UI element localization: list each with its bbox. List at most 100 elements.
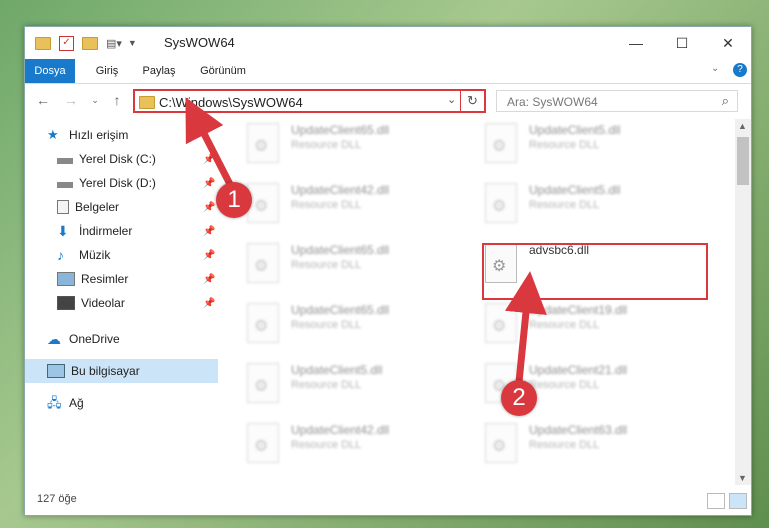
file-name: UpdateClient63.dll	[529, 423, 628, 437]
sidebar-item-label: Yerel Disk (C:)	[79, 152, 156, 166]
new-folder-icon[interactable]	[82, 36, 98, 50]
pin-icon[interactable]: 📌	[203, 250, 215, 261]
network-icon: 🖧	[47, 395, 62, 410]
file-name: UpdateClient65.dll	[291, 303, 390, 317]
back-icon[interactable]: ←	[33, 90, 53, 110]
customize-icon[interactable]: ▤▾	[106, 37, 122, 50]
title-bar: ✓ ▤▾ ▼ SysWOW64 — ☐ ✕	[25, 27, 751, 59]
ribbon-tabs: Dosya Giriş Paylaş Görünüm ⌄ ?	[25, 59, 751, 84]
file-item[interactable]: UpdateClient5.dll Resource DLL	[243, 359, 463, 407]
close-button[interactable]: ✕	[705, 27, 751, 59]
music-icon: ♪	[57, 247, 64, 263]
file-type: Resource DLL	[529, 199, 600, 211]
sidebar-item-label: Videolar	[81, 296, 125, 310]
sidebar-item-label: OneDrive	[69, 332, 120, 346]
chevron-down-icon[interactable]: ▼	[128, 38, 137, 48]
scroll-thumb[interactable]	[737, 137, 749, 185]
address-dropdown-icon[interactable]: ⌄	[447, 93, 456, 106]
sidebar-item-music[interactable]: ♪ Müzik 📌	[57, 243, 227, 267]
file-type: Resource DLL	[291, 319, 362, 331]
sidebar-item-downloads[interactable]: ⬇ İndirmeler 📌	[57, 219, 227, 243]
tab-file[interactable]: Dosya	[25, 59, 75, 83]
folder-icon	[35, 36, 51, 50]
sidebar-item-documents[interactable]: Belgeler 📌	[57, 195, 227, 219]
status-bar: 127 öğe	[25, 487, 751, 515]
file-name: UpdateClient19.dll	[529, 303, 628, 317]
window-title: SysWOW64	[164, 35, 235, 50]
tab-share[interactable]: Paylaş	[137, 59, 181, 83]
step-2-badge: 2	[501, 380, 537, 416]
up-icon[interactable]: ↑	[107, 90, 127, 110]
file-type: Resource DLL	[291, 439, 362, 451]
sidebar-item-pictures[interactable]: Resimler 📌	[57, 267, 227, 291]
sidebar-item-label: Resimler	[81, 272, 129, 286]
address-divider	[460, 89, 461, 113]
file-type: Resource DLL	[529, 439, 600, 451]
scroll-up-icon[interactable]: ▲	[738, 121, 747, 131]
file-item[interactable]: UpdateClient65.dll Resource DLL	[243, 119, 463, 167]
file-item[interactable]: UpdateClient63.dll Resource DLL	[481, 419, 701, 467]
large-icons-view-icon[interactable]	[729, 493, 747, 509]
address-path: C:\Windows\SysWOW64	[159, 95, 303, 110]
pin-icon[interactable]: 📌	[203, 298, 215, 309]
tab-home[interactable]: Giriş	[87, 59, 127, 83]
file-type: Resource DLL	[291, 139, 362, 151]
sidebar-item-network[interactable]: 🖧 Ağ	[47, 391, 84, 415]
sidebar-item-local-disk-d[interactable]: Yerel Disk (D:) 📌	[57, 171, 227, 195]
refresh-icon[interactable]: ↻	[467, 93, 478, 109]
file-name: UpdateClient5.dll	[529, 123, 621, 137]
file-type: Resource DLL	[529, 139, 600, 151]
sidebar-item-label: Yerel Disk (D:)	[79, 176, 156, 190]
file-item[interactable]: UpdateClient5.dll Resource DLL	[481, 179, 701, 227]
sidebar-item-local-disk-c[interactable]: Yerel Disk (C:) 📌	[57, 147, 227, 171]
dll-file-icon	[247, 243, 279, 283]
download-icon: ⬇	[57, 223, 69, 239]
sidebar-item-quick-access[interactable]: ★ Hızlı erişim	[47, 123, 128, 147]
file-item[interactable]: UpdateClient65.dll Resource DLL	[243, 239, 463, 287]
minimize-button[interactable]: —	[613, 27, 659, 59]
sidebar-item-this-pc[interactable]: Bu bilgisayar	[25, 359, 218, 383]
maximize-button[interactable]: ☐	[659, 27, 705, 59]
dll-file-icon	[485, 123, 517, 163]
recent-locations-icon[interactable]: ⌄	[85, 90, 105, 110]
sidebar-item-videos[interactable]: Videolar 📌	[57, 291, 227, 315]
file-item[interactable]: UpdateClient65.dll Resource DLL	[243, 299, 463, 347]
tab-view[interactable]: Görünüm	[193, 59, 253, 83]
file-item[interactable]: UpdateClient19.dll Resource DLL	[481, 299, 701, 347]
folder-icon	[139, 96, 155, 109]
pin-icon[interactable]: 📌	[203, 274, 215, 285]
search-icon[interactable]: ⌕	[722, 93, 729, 109]
details-view-icon[interactable]	[707, 493, 725, 509]
pin-icon[interactable]: 📌	[203, 178, 215, 189]
file-name: UpdateClient5.dll	[529, 183, 621, 197]
drive-icon	[57, 158, 73, 164]
dll-file-icon	[247, 123, 279, 163]
sidebar-item-label: Bu bilgisayar	[71, 364, 140, 378]
pin-icon[interactable]: 📌	[203, 226, 215, 237]
properties-icon[interactable]: ✓	[59, 35, 74, 51]
file-item[interactable]: UpdateClient42.dll Resource DLL	[243, 179, 463, 227]
address-bar[interactable]: C:\Windows\SysWOW64 ⌄ ↻	[133, 89, 486, 113]
scroll-down-icon[interactable]: ▼	[738, 473, 747, 483]
search-placeholder: Ara: SysWOW64	[507, 95, 598, 109]
pin-icon[interactable]: 📌	[203, 154, 215, 165]
pin-icon[interactable]: 📌	[203, 202, 215, 213]
sidebar-item-label: Belgeler	[75, 200, 120, 214]
vertical-scrollbar[interactable]: ▲ ▼	[735, 119, 751, 485]
quick-access-toolbar: ✓ ▤▾ ▼	[35, 34, 137, 52]
file-type: Resource DLL	[291, 199, 362, 211]
navigation-bar: ← → ⌄ ↑ C:\Windows\SysWOW64 ⌄ ↻ Ara: Sys…	[25, 84, 751, 118]
file-item[interactable]: UpdateClient5.dll Resource DLL	[481, 119, 701, 167]
search-input[interactable]: Ara: SysWOW64 ⌕	[496, 90, 738, 112]
ribbon-expand-icon[interactable]: ⌄	[711, 63, 719, 74]
file-type: Resource DLL	[291, 259, 362, 271]
forward-icon[interactable]: →	[61, 90, 81, 110]
dll-file-icon	[247, 183, 279, 223]
sidebar-item-onedrive[interactable]: ☁ OneDrive	[47, 327, 120, 351]
documents-icon	[57, 200, 69, 214]
dll-file-icon	[247, 303, 279, 343]
computer-icon	[47, 364, 65, 378]
help-icon[interactable]: ?	[733, 63, 747, 77]
videos-icon	[57, 296, 75, 310]
file-item[interactable]: UpdateClient42.dll Resource DLL	[243, 419, 463, 467]
